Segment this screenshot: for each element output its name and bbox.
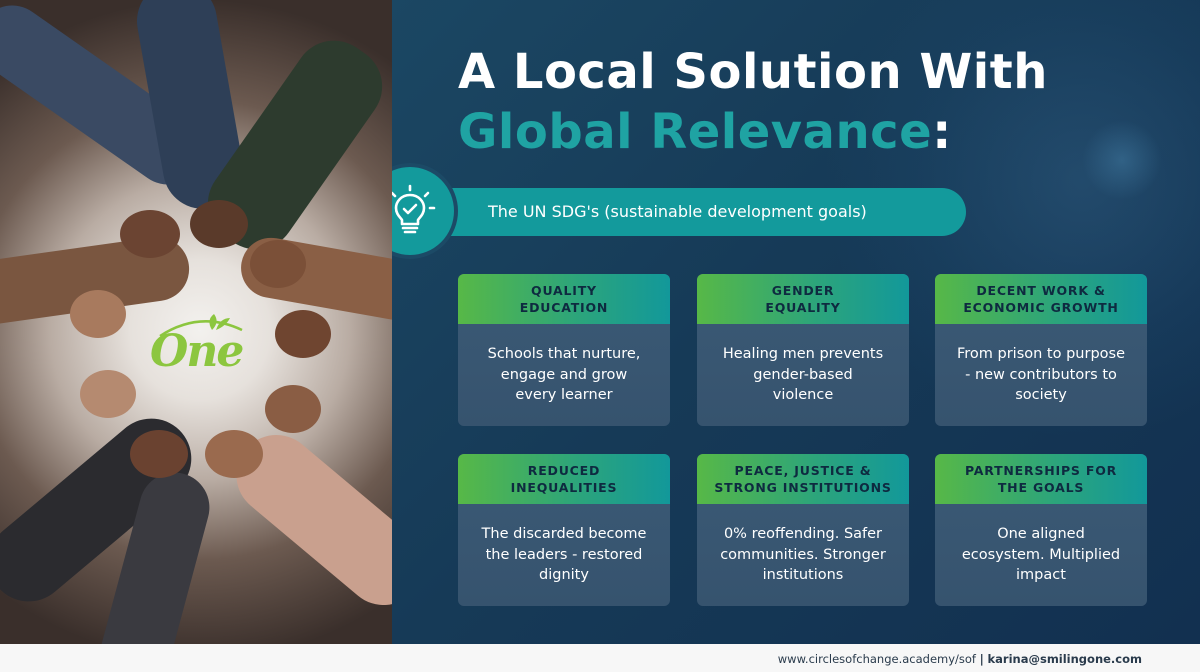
- card-heading-bar: PEACE, JUSTICE & STRONG INSTITUTIONS: [697, 454, 909, 504]
- hand-shape: [80, 370, 136, 418]
- card-text: From prison to purpose - new contributor…: [956, 346, 1126, 404]
- footer-separator: |: [979, 652, 984, 666]
- hand-shape: [265, 385, 321, 433]
- card-heading: QUALITY EDUCATION: [519, 283, 609, 315]
- card-text: 0% reoffending. Safer communities. Stron…: [720, 526, 886, 584]
- card-body: Schools that nurture, engage and grow ev…: [458, 324, 670, 426]
- footer-contact: www.circlesofchange.academy/sof | karina…: [778, 652, 1142, 666]
- hand-shape: [250, 240, 306, 288]
- card-heading: DECENT WORK & ECONOMIC GROWTH: [963, 283, 1119, 315]
- hand-shape: [275, 310, 331, 358]
- card-text: Healing men prevents gender-based violen…: [722, 346, 884, 404]
- card-body: One aligned ecosystem. Multiplied impact: [935, 504, 1147, 606]
- hand-shape: [190, 200, 248, 248]
- sdg-card-reduced-inequalities: REDUCED INEQUALITIES The discarded becom…: [458, 454, 670, 606]
- hand-shape: [120, 210, 180, 258]
- background-glow: [1082, 120, 1162, 200]
- title-colon: :: [932, 104, 952, 160]
- sdg-card-partnerships: PARTNERSHIPS FOR THE GOALS One aligned e…: [935, 454, 1147, 606]
- one-logo: One: [150, 312, 250, 382]
- card-text: The discarded become the leaders - resto…: [481, 526, 647, 584]
- page-title-line-2: Global Relevance:: [458, 104, 952, 160]
- footer: www.circlesofchange.academy/sof | karina…: [0, 644, 1200, 672]
- sdg-card-peace-justice: PEACE, JUSTICE & STRONG INSTITUTIONS 0% …: [697, 454, 909, 606]
- lightbulb-check-icon: [392, 163, 458, 259]
- page-title-line-1: A Local Solution With: [458, 44, 1048, 100]
- card-body: From prison to purpose - new contributor…: [935, 324, 1147, 426]
- card-heading-bar: PARTNERSHIPS FOR THE GOALS: [935, 454, 1147, 504]
- card-text: Schools that nurture, engage and grow ev…: [487, 346, 641, 404]
- sdg-banner-text: The UN SDG's (sustainable development go…: [488, 202, 867, 221]
- card-heading-bar: GENDER EQUALITY: [697, 274, 909, 324]
- footer-email[interactable]: karina@smilingone.com: [988, 652, 1143, 666]
- card-heading-bar: QUALITY EDUCATION: [458, 274, 670, 324]
- card-heading-bar: REDUCED INEQUALITIES: [458, 454, 670, 504]
- card-heading-bar: DECENT WORK & ECONOMIC GROWTH: [935, 274, 1147, 324]
- logo-wordmark: One: [150, 326, 244, 377]
- card-heading: PEACE, JUSTICE & STRONG INSTITUTIONS: [714, 463, 892, 495]
- card-body: Healing men prevents gender-based violen…: [697, 324, 909, 426]
- footer-url[interactable]: www.circlesofchange.academy/sof: [778, 652, 976, 666]
- sdg-card-quality-education: QUALITY EDUCATION Schools that nurture, …: [458, 274, 670, 426]
- hand-shape: [70, 290, 126, 338]
- hand-shape: [205, 430, 263, 478]
- card-heading: REDUCED INEQUALITIES: [510, 463, 618, 495]
- hand-shape: [130, 430, 188, 478]
- card-heading: PARTNERSHIPS FOR THE GOALS: [964, 463, 1118, 495]
- card-body: 0% reoffending. Safer communities. Stron…: [697, 504, 909, 606]
- sdg-card-gender-equality: GENDER EQUALITY Healing men prevents gen…: [697, 274, 909, 426]
- sdg-card-decent-work: DECENT WORK & ECONOMIC GROWTH From priso…: [935, 274, 1147, 426]
- card-heading: GENDER EQUALITY: [765, 283, 841, 315]
- sdg-banner: The UN SDG's (sustainable development go…: [392, 163, 966, 259]
- card-text: One aligned ecosystem. Multiplied impact: [961, 526, 1121, 584]
- title-highlight: Global Relevance: [458, 104, 933, 160]
- card-body: The discarded become the leaders - resto…: [458, 504, 670, 606]
- content-panel: A Local Solution With Global Relevance: …: [392, 0, 1200, 644]
- hands-circle-photo: One: [0, 0, 392, 644]
